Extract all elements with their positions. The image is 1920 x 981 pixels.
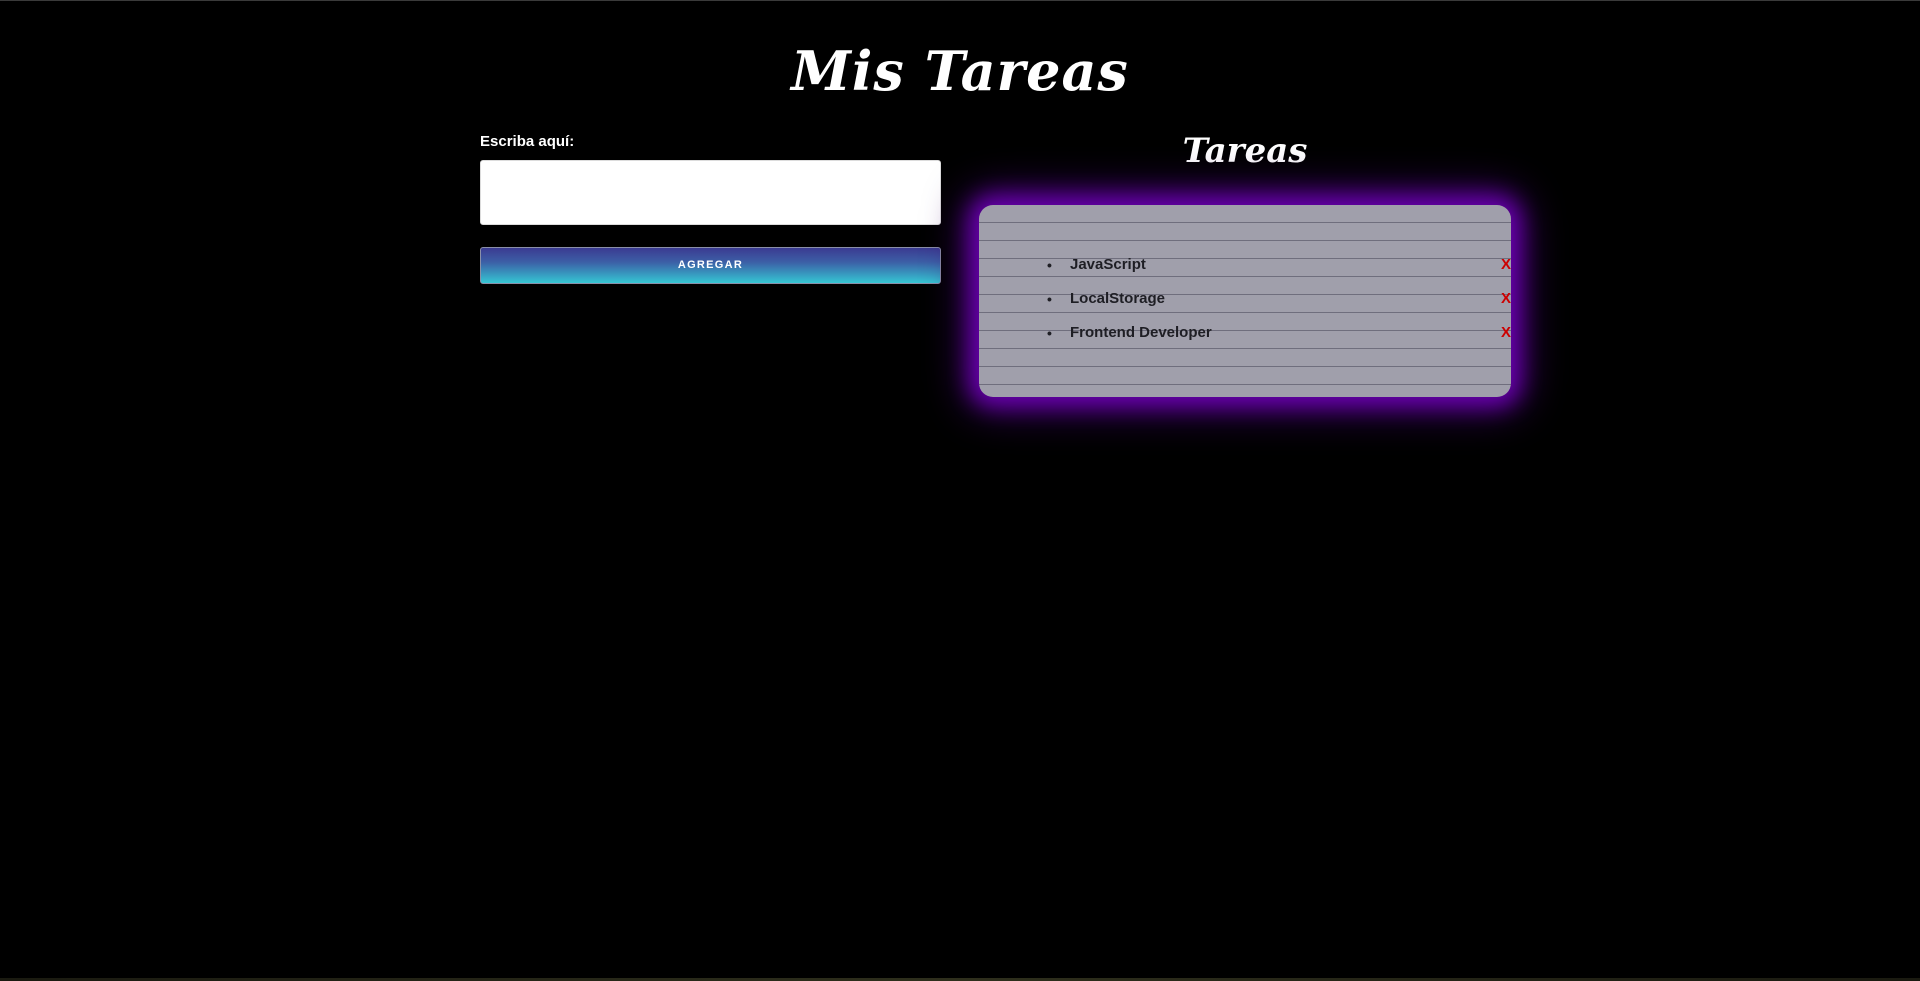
- delete-task-button[interactable]: X: [1501, 248, 1511, 282]
- bullet-icon: •: [1047, 291, 1052, 307]
- task-item: • Frontend Developer X: [979, 316, 1511, 350]
- input-label: Escriba aquí:: [480, 133, 575, 150]
- task-form: Escriba aquí: AGREGAR: [480, 132, 941, 284]
- task-list: • JavaScript X • LocalStorage X • Fronte…: [979, 248, 1511, 350]
- tasks-heading: Tareas: [1182, 131, 1308, 171]
- tasks-card: • JavaScript X • LocalStorage X • Fronte…: [979, 205, 1511, 397]
- delete-task-button[interactable]: X: [1501, 282, 1511, 316]
- add-button[interactable]: AGREGAR: [480, 247, 941, 284]
- task-input[interactable]: [480, 160, 941, 225]
- page-title: Mis Tareas: [791, 39, 1129, 103]
- task-label: Frontend Developer: [1070, 324, 1212, 341]
- task-item: • LocalStorage X: [979, 282, 1511, 316]
- window-top-border: [0, 0, 1920, 1]
- task-item: • JavaScript X: [979, 248, 1511, 282]
- bullet-icon: •: [1047, 325, 1052, 341]
- task-label: JavaScript: [1070, 256, 1146, 273]
- task-label: LocalStorage: [1070, 290, 1166, 307]
- delete-task-button[interactable]: X: [1501, 316, 1511, 350]
- bullet-icon: •: [1047, 257, 1052, 273]
